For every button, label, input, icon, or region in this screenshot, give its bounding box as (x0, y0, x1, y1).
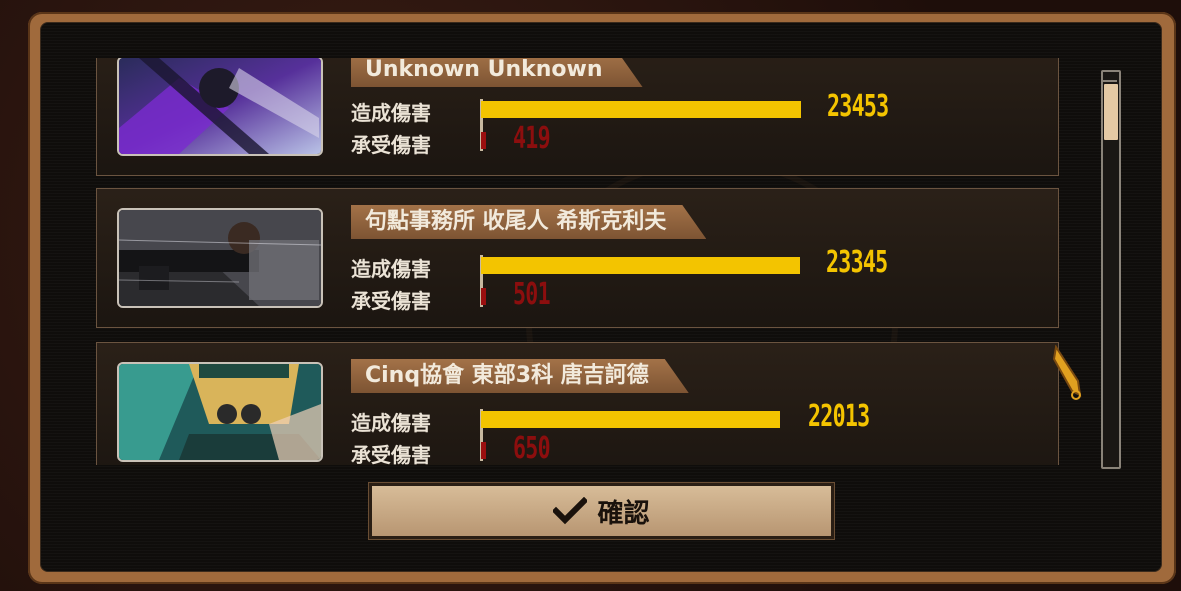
character-portrait (117, 362, 323, 462)
portrait-blonde-goggles-character-icon (119, 364, 321, 460)
damage-taken-value: 650 (513, 431, 551, 465)
damage-dealt-label: 造成傷害 (351, 101, 431, 125)
damage-taken-bar (481, 132, 486, 149)
damage-taken-bar (481, 442, 486, 459)
damage-taken-value: 501 (513, 277, 551, 312)
damage-taken-label: 承受傷害 (351, 289, 431, 313)
confirm-label: 確認 (597, 498, 650, 529)
character-name: Unknown Unknown (351, 58, 643, 87)
scrollbar-thumb[interactable] (1104, 84, 1118, 140)
damage-dealt-value: 22013 (808, 399, 870, 434)
damage-taken-label: 承受傷害 (351, 443, 431, 465)
damage-dealt-bar (481, 101, 801, 118)
damage-taken-value: 419 (513, 121, 551, 156)
portrait-purple-blade-character-icon (119, 58, 321, 154)
scrollbar-cap (1101, 70, 1117, 82)
damage-dealt-bar (481, 257, 800, 274)
pen-nib-icon (1052, 345, 1082, 400)
checkmark-icon (553, 497, 588, 525)
damage-dealt-label: 造成傷害 (351, 411, 431, 435)
confirm-button[interactable]: 確認 (369, 483, 834, 539)
damage-dealt-bar (481, 411, 780, 428)
damage-ranking-list[interactable]: Unknown Unknown 造成傷害 承受傷害 23453 419 句點事務… (96, 58, 1061, 465)
damage-taken-bar (481, 288, 486, 305)
character-name: Cinq協會 東部3科 唐吉訶德 (351, 359, 689, 393)
list-item: Cinq協會 東部3科 唐吉訶德 造成傷害 承受傷害 22013 650 (96, 342, 1059, 465)
list-item: Unknown Unknown 造成傷害 承受傷害 23453 419 (96, 58, 1059, 176)
damage-dealt-value: 23453 (827, 89, 889, 124)
character-portrait (117, 58, 323, 156)
scrollbar[interactable] (1101, 70, 1121, 469)
damage-dealt-value: 23345 (826, 245, 888, 280)
list-item: 句點事務所 收尾人 希斯克利夫 造成傷害 承受傷害 23345 501 (96, 188, 1059, 328)
character-portrait (117, 208, 323, 308)
portrait-gunner-character-icon (119, 210, 321, 306)
character-name: 句點事務所 收尾人 希斯克利夫 (351, 205, 706, 239)
damage-dealt-label: 造成傷害 (351, 257, 431, 281)
damage-taken-label: 承受傷害 (351, 133, 431, 157)
